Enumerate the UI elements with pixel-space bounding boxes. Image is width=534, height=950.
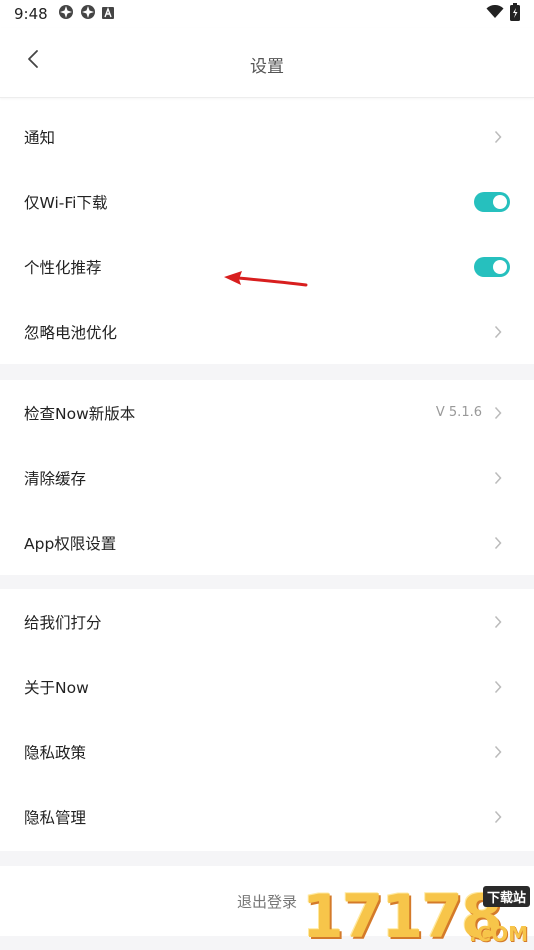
settings-group-about: 给我们打分 关于Now 隐私政策 隐私管理 — [0, 589, 534, 849]
row-privacy-policy[interactable]: 隐私政策 — [0, 719, 534, 784]
row-label: 清除缓存 — [24, 469, 87, 488]
settings-group-general: 通知 仅Wi-Fi下载 个性化推荐 忽略电池优化 — [0, 104, 534, 364]
row-label: 隐私管理 — [24, 808, 87, 827]
annotation-arrow-icon — [222, 268, 312, 296]
chevron-right-icon — [492, 130, 504, 144]
chevron-right-icon — [492, 680, 504, 694]
chevron-right-icon — [492, 325, 504, 339]
app-notification-icon — [58, 4, 74, 24]
page-title: 设置 — [250, 57, 284, 77]
app-header: 设置 — [0, 28, 534, 98]
row-about-now[interactable]: 关于Now — [0, 654, 534, 719]
row-label: 隐私政策 — [24, 743, 87, 762]
version-value: V 5.1.6 — [435, 405, 482, 420]
personalized-recommendation-toggle[interactable] — [474, 256, 510, 277]
row-ignore-battery-optimization[interactable]: 忽略电池优化 — [0, 299, 534, 364]
row-notifications[interactable]: 通知 — [0, 104, 534, 169]
row-privacy-management[interactable]: 隐私管理 — [0, 784, 534, 849]
section-separator — [0, 575, 534, 589]
row-label: 给我们打分 — [24, 613, 102, 632]
chevron-right-icon — [492, 471, 504, 485]
status-time: 9:48 — [14, 5, 48, 23]
battery-icon — [510, 3, 520, 25]
chevron-right-icon — [492, 536, 504, 550]
watermark-tag: 下载站 — [482, 886, 530, 907]
a-notification-icon — [101, 5, 114, 23]
wifi-icon — [486, 4, 504, 23]
toggle-knob — [493, 194, 507, 209]
watermark-suffix: .COM — [468, 922, 528, 946]
settings-group-app: 检查Now新版本 V 5.1.6 清除缓存 App权限设置 — [0, 380, 534, 575]
row-label: 忽略电池优化 — [24, 323, 118, 342]
row-label: 通知 — [24, 128, 56, 147]
row-clear-cache[interactable]: 清除缓存 — [0, 445, 534, 510]
toggle-knob — [493, 259, 507, 274]
app-notification-icon — [80, 4, 96, 24]
chevron-right-icon — [492, 745, 504, 759]
row-label: 仅Wi-Fi下载 — [24, 193, 108, 212]
row-wifi-only-download: 仅Wi-Fi下载 — [0, 169, 534, 234]
wifi-only-toggle[interactable] — [474, 191, 510, 212]
section-separator — [0, 364, 534, 380]
chevron-right-icon — [492, 406, 504, 420]
row-label: 关于Now — [24, 678, 89, 697]
row-label: 检查Now新版本 — [24, 404, 136, 423]
chevron-right-icon — [492, 615, 504, 629]
row-check-update[interactable]: 检查Now新版本 V 5.1.6 — [0, 380, 534, 445]
row-app-permissions[interactable]: App权限设置 — [0, 510, 534, 575]
chevron-right-icon — [492, 810, 504, 824]
section-separator — [0, 851, 534, 866]
row-label: App权限设置 — [24, 534, 117, 553]
status-bar: 9:48 — [0, 0, 534, 28]
watermark-logo: 17178 下载站 .COM — [302, 884, 532, 950]
row-rate-us[interactable]: 给我们打分 — [0, 589, 534, 654]
